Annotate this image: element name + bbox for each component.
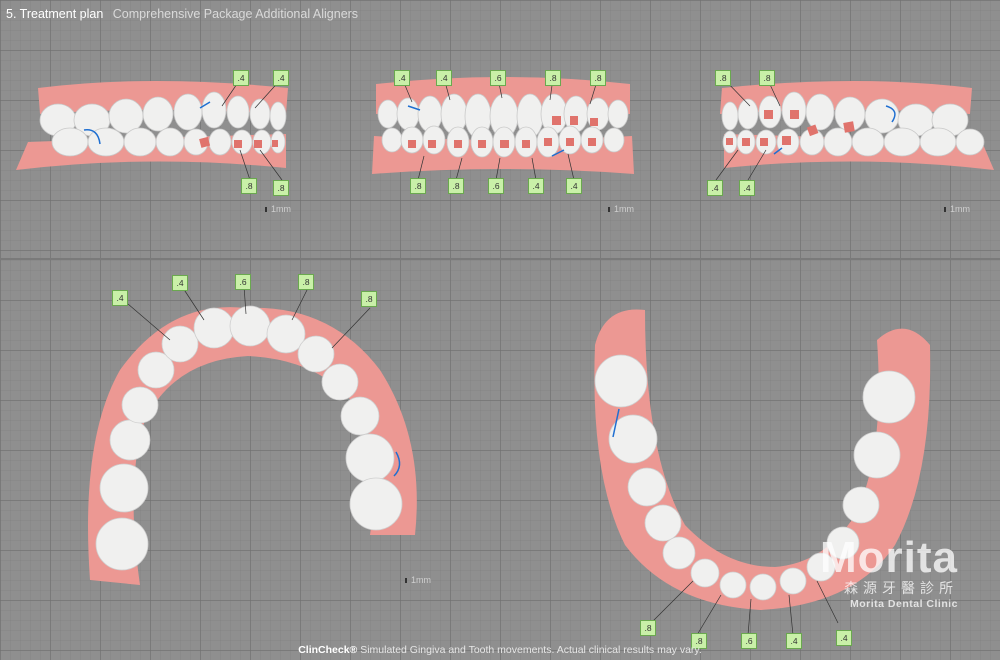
attachment-tag: .4 bbox=[112, 290, 128, 306]
disclaimer-text: Simulated Gingiva and Tooth movements. A… bbox=[360, 644, 702, 656]
attachment-tag: .8 bbox=[640, 620, 656, 636]
attachment-tag: .4 bbox=[566, 178, 582, 194]
logo-english: Morita Dental Clinic bbox=[849, 598, 958, 610]
front-view bbox=[372, 77, 634, 181]
attachment-tag: .6 bbox=[490, 70, 506, 86]
attachment-tag: .8 bbox=[273, 180, 289, 196]
scale-bar: 1mm bbox=[405, 575, 431, 585]
scale-bar: 1mm bbox=[265, 204, 291, 214]
attachment-tag: .4 bbox=[436, 70, 452, 86]
clinic-logo: Morita 森源牙醫診所 Morita Dental Clinic bbox=[820, 533, 958, 611]
attachment-tag: .4 bbox=[394, 70, 410, 86]
attachment-tag: .8 bbox=[448, 178, 464, 194]
attachment-tag: .8 bbox=[759, 70, 775, 86]
attachment-tag: .8 bbox=[545, 70, 561, 86]
attachment-tag: .6 bbox=[235, 274, 251, 290]
right-buccal-view bbox=[16, 77, 288, 181]
attachment-tag: .4 bbox=[739, 180, 755, 196]
attachment-tag: .8 bbox=[590, 70, 606, 86]
disclaimer-footer: ClinCheck® Simulated Gingiva and Tooth m… bbox=[0, 644, 1000, 656]
brand-label: ClinCheck® bbox=[298, 644, 358, 656]
attachment-tag: .4 bbox=[528, 178, 544, 194]
attachment-tag: .6 bbox=[488, 178, 504, 194]
attachment-tag: .8 bbox=[715, 70, 731, 86]
attachment-tag: .8 bbox=[241, 178, 257, 194]
package-title: Comprehensive Package Additional Aligner… bbox=[112, 7, 359, 21]
scale-bar: 1mm bbox=[944, 204, 970, 214]
attachment-tag: .8 bbox=[410, 178, 426, 194]
left-buccal-view bbox=[715, 77, 994, 181]
attachment-tag: .4 bbox=[273, 70, 289, 86]
attachment-tag: .4 bbox=[233, 70, 249, 86]
logo-text: Morita bbox=[820, 533, 958, 582]
panel-divider-horizontal bbox=[0, 258, 1000, 260]
scale-bar: 1mm bbox=[608, 204, 634, 214]
step-title: 5. Treatment plan bbox=[6, 7, 104, 21]
page-title: 5. Treatment plan Comprehensive Package … bbox=[6, 7, 358, 21]
attachment-tag: .4 bbox=[707, 180, 723, 196]
attachment-tag: .4 bbox=[172, 275, 188, 291]
attachment-tag: .8 bbox=[298, 274, 314, 290]
upper-occlusal-view bbox=[88, 285, 417, 585]
attachment-tag: .8 bbox=[361, 291, 377, 307]
